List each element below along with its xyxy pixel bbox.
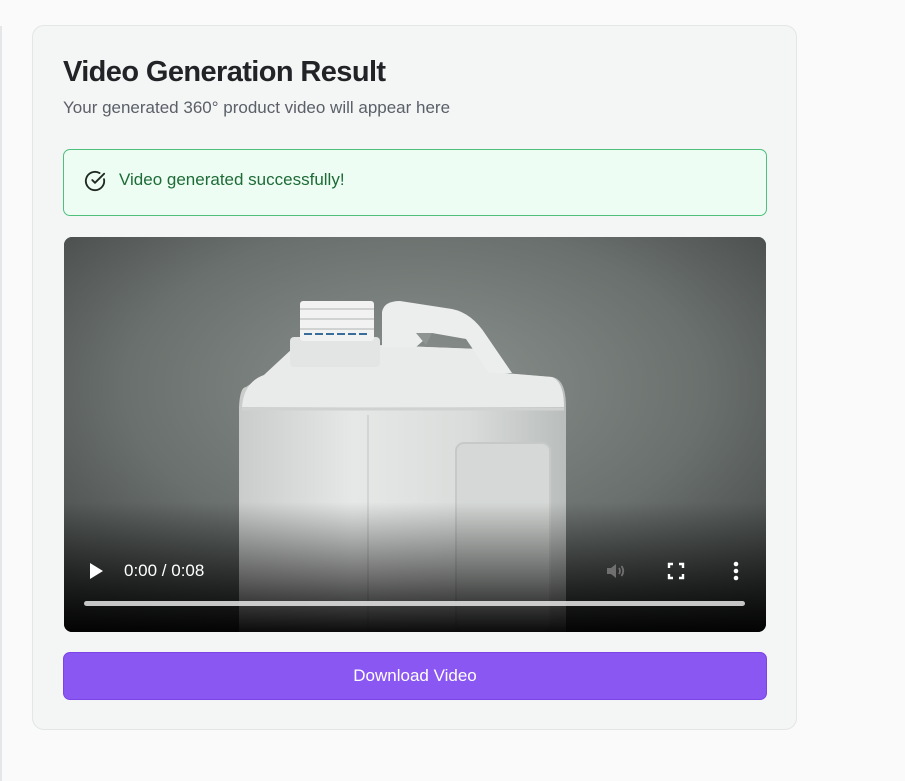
download-video-button[interactable]: Download Video xyxy=(63,652,767,700)
left-panel-edge xyxy=(0,26,2,781)
fullscreen-icon[interactable] xyxy=(664,559,688,583)
success-message: Video generated successfully! xyxy=(119,170,345,189)
video-result-card: Video Generation Result Your generated 3… xyxy=(32,25,797,730)
video-time: 0:00 / 0:08 xyxy=(124,561,205,580)
page-title: Video Generation Result xyxy=(63,56,386,88)
play-icon[interactable] xyxy=(86,560,106,582)
check-circle-icon xyxy=(84,170,106,192)
page-subtitle: Your generated 360° product video will a… xyxy=(63,98,451,117)
volume-icon[interactable] xyxy=(604,559,628,583)
more-options-icon[interactable] xyxy=(726,559,746,583)
video-progress-bar[interactable] xyxy=(84,601,745,606)
success-alert: Video generated successfully! xyxy=(63,149,767,216)
video-player[interactable]: 0:00 / 0:08 xyxy=(64,237,766,632)
